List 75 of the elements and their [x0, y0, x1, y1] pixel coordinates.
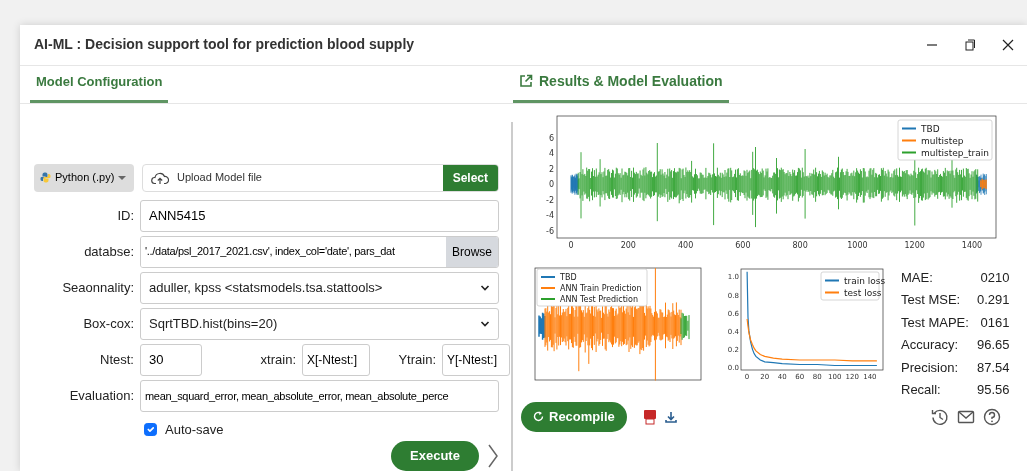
tick-label: -2: [546, 195, 554, 204]
input-field[interactable]: Y[-Ntest:]: [442, 343, 510, 376]
select-dropdown[interactable]: aduller, kpss <statsmodels.tsa.stattools>: [140, 271, 499, 304]
field-label: xtrain:: [259, 350, 296, 369]
tick-label: -4: [546, 210, 554, 220]
tick-label: 1400: [961, 240, 983, 250]
metric-label: Precision:: [901, 358, 960, 377]
field-label: Box-cox:: [82, 314, 134, 333]
tick-label: 1000: [847, 240, 868, 250]
tick-label: 6: [548, 133, 554, 142]
history-icon[interactable]: [931, 407, 949, 426]
file-path-field[interactable]: '../data/psl_2017_2021.csv', index_col='date', pars_dat Browse: [140, 235, 499, 268]
input-field[interactable]: ANN5415: [140, 199, 499, 232]
tab[interactable]: Model Configuration: [30, 72, 169, 103]
recompile-button[interactable]: Recompile: [521, 401, 627, 432]
tick-label: 0: [568, 240, 574, 250]
download-icon[interactable]: [664, 410, 677, 423]
python-icon: [40, 172, 51, 183]
metric-value: 96.65: [976, 336, 1010, 354]
legend-label: multistep: [921, 135, 964, 146]
field-label: Seaonnality:: [61, 278, 134, 297]
legend-label: ANN Train Prediction: [560, 283, 642, 293]
caret-icon: [118, 174, 127, 181]
metric-value: 0.291: [976, 291, 1010, 309]
input-field[interactable]: mean_squard_error, mean_absolute_error, mean_absolute_perce: [140, 379, 499, 412]
select-button[interactable]: Select: [442, 164, 498, 191]
tick-label: -6: [546, 226, 554, 235]
legend-label: multistep_train: [921, 147, 989, 158]
tick-label: 4: [548, 148, 554, 158]
tab[interactable]: Results & Model Evaluation: [513, 70, 729, 103]
restore-icon: [964, 38, 976, 51]
cloud-upload-icon: [151, 170, 169, 185]
tick-label: 0: [548, 179, 554, 189]
window-title: AI-ML : Decision support tool for prediction blood supply: [34, 35, 415, 55]
pdf-icon[interactable]: [642, 408, 657, 425]
legend-label: train loss: [844, 275, 885, 286]
metric-label: MAE:: [901, 268, 934, 287]
auto-save-checkbox[interactable]: [144, 422, 157, 436]
tick-label: 200: [620, 240, 636, 250]
legend-label: TBD: [560, 272, 577, 282]
legend-label: test loss: [844, 287, 882, 298]
metric-label: Recall:: [901, 381, 942, 399]
field-label: Ntest:: [99, 350, 134, 369]
execute-button[interactable]: Execute: [391, 441, 479, 471]
auto-save-label: Auto-save: [165, 420, 224, 439]
field-label: Ytrain:: [397, 350, 436, 369]
metric-value: 0161: [979, 313, 1010, 332]
metric-value: 0210: [979, 268, 1010, 287]
chevron-right-icon[interactable]: [487, 444, 499, 468]
tick-label: 600: [735, 240, 751, 250]
metric-label: Accuracy:: [901, 336, 960, 354]
language-dropdown[interactable]: Python (.py): [34, 163, 134, 192]
help-icon[interactable]: [983, 407, 1001, 426]
legend-label: ANN Test Prediction: [560, 294, 639, 304]
close-icon: [1002, 38, 1014, 51]
select-dropdown[interactable]: SqrtTBD.hist(bins=20): [140, 307, 499, 340]
metric-label: Test MAPE:: [901, 313, 969, 332]
tick-label: 800: [792, 240, 808, 250]
tick-label: 400: [677, 240, 694, 250]
input-field[interactable]: X[-Ntest:]: [302, 343, 370, 376]
browse-button[interactable]: Browse: [446, 236, 498, 267]
upload-field[interactable]: Upload Model file Select: [142, 163, 499, 192]
field-label: ID:: [116, 206, 134, 225]
input-field[interactable]: 30: [140, 343, 202, 376]
tick-label: 2: [548, 164, 554, 173]
chevron-down-icon: [480, 319, 490, 328]
field-label: Evaluation:: [68, 386, 134, 405]
metric-value: 95.56: [976, 381, 1010, 399]
refresh-icon: [533, 411, 544, 422]
field-label: databse:: [83, 242, 134, 261]
metric-label: Test MSE:: [901, 291, 962, 309]
chevron-down-icon: [480, 283, 490, 292]
legend-label: TBD: [921, 123, 940, 134]
tick-label: 1200: [904, 240, 925, 250]
metric-value: 87.54: [976, 358, 1010, 377]
